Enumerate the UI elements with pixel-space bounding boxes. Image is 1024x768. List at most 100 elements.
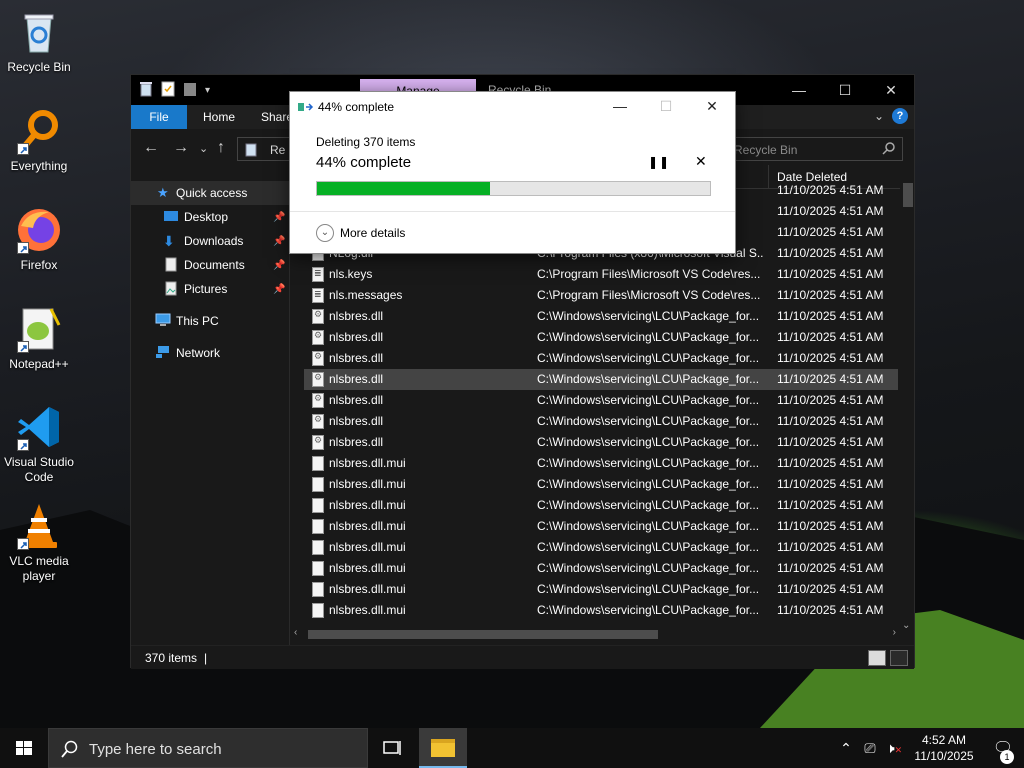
- nav-item-desktop[interactable]: Desktop 📌: [131, 205, 289, 229]
- table-row[interactable]: nlsbres.dll.mui C:\Windows\servicing\LCU\…: [304, 474, 898, 495]
- status-bar: 370 items |: [131, 645, 914, 669]
- shortcut-arrow-icon: [17, 143, 29, 155]
- taskbar-file-explorer-button[interactable]: [419, 728, 467, 768]
- progress-bar: [316, 181, 711, 196]
- nav-item-pictures[interactable]: Pictures 📌: [131, 277, 289, 301]
- nav-item-documents[interactable]: Documents 📌: [131, 253, 289, 277]
- dialog-divider: [290, 211, 735, 212]
- table-row[interactable]: nlsbres.dll C:\Windows\servicing\LCU\Pack…: [304, 432, 898, 453]
- desktop-icon-notepadpp[interactable]: Notepad++: [2, 305, 76, 372]
- show-hidden-icons-chevron-icon[interactable]: ⌃: [834, 740, 858, 757]
- nav-item-quick-access[interactable]: ★ Quick access: [131, 181, 289, 205]
- quick-access-toolbar: ▾: [139, 81, 210, 100]
- original-location: C:\Windows\servicing\LCU\Package_for...: [537, 519, 760, 533]
- nav-item-network[interactable]: Network: [131, 341, 289, 365]
- search-icon: [882, 141, 896, 158]
- cancel-button[interactable]: ✕: [695, 153, 707, 170]
- table-row[interactable]: nlsbres.dll C:\Windows\servicing\LCU\Pack…: [304, 390, 898, 411]
- scroll-down-arrow-icon[interactable]: ⌄: [902, 620, 910, 631]
- desktop-icon-firefox[interactable]: Firefox: [2, 206, 76, 273]
- file-icon: [312, 603, 324, 618]
- operation-description: Deleting 370 items: [316, 135, 416, 149]
- desktop-icon-everything[interactable]: Everything: [2, 107, 76, 174]
- start-button[interactable]: [0, 728, 48, 768]
- back-arrow-icon[interactable]: ←: [143, 139, 159, 157]
- new-folder-icon[interactable]: [183, 81, 197, 100]
- nav-item-this-pc[interactable]: This PC: [131, 309, 289, 333]
- desktop-icon-vlc[interactable]: VLC media player: [2, 502, 76, 584]
- vertical-scrollbar[interactable]: ⌄: [900, 179, 914, 631]
- original-location: C:\Windows\servicing\LCU\Package_for...: [537, 456, 760, 470]
- help-icon[interactable]: ?: [892, 108, 908, 124]
- horizontal-scrollbar[interactable]: ‹ ›: [290, 627, 900, 641]
- desktop-icon-label: VLC media player: [9, 554, 69, 583]
- table-row[interactable]: nlsbres.dll.mui C:\Windows\servicing\LCU\…: [304, 558, 898, 579]
- table-row[interactable]: nlsbres.dll C:\Windows\servicing\LCU\Pack…: [304, 411, 898, 432]
- forward-arrow-icon[interactable]: →: [173, 139, 189, 157]
- dialog-minimize-button[interactable]: —: [597, 92, 643, 120]
- dialog-close-button[interactable]: ✕: [689, 92, 735, 120]
- details-view-button[interactable]: [868, 650, 886, 666]
- date-deleted: 11/10/2025 4:51 AM: [777, 309, 884, 323]
- system-tray: ⌃ ⎚ 🕨✕ 4:52 AM 11/10/2025 🗨 1: [834, 728, 1024, 768]
- tab-file[interactable]: File: [131, 105, 187, 129]
- scrollbar-thumb[interactable]: [903, 183, 913, 207]
- file-icon: [312, 288, 324, 303]
- recycle-bin-small-icon[interactable]: [139, 81, 153, 100]
- pause-button[interactable]: ❚❚: [648, 155, 670, 169]
- delete-progress-dialog[interactable]: 44% complete — ☐ ✕ Deleting 370 items 44…: [289, 91, 736, 254]
- date-deleted: 11/10/2025 4:51 AM: [777, 372, 884, 386]
- desktop-icon-label: Everything: [10, 159, 68, 173]
- table-row[interactable]: nls.messages C:\Program Files\Microsoft V…: [304, 285, 898, 306]
- search-input[interactable]: h Recycle Bin: [709, 137, 903, 161]
- large-icons-view-button[interactable]: [890, 650, 908, 666]
- more-details-link[interactable]: More details: [340, 226, 405, 240]
- file-icon: [312, 561, 324, 576]
- status-separator: |: [204, 651, 208, 665]
- table-row[interactable]: nlsbres.dll C:\Windows\servicing\LCU\Pack…: [304, 306, 898, 327]
- action-center-button[interactable]: 🗨 1: [982, 738, 1024, 764]
- file-icon: [312, 267, 324, 282]
- table-row[interactable]: nlsbres.dll.mui C:\Windows\servicing\LCU\…: [304, 537, 898, 558]
- address-text: Re: [270, 143, 286, 157]
- tab-home[interactable]: Home: [187, 105, 251, 129]
- maximize-button[interactable]: ☐: [822, 75, 868, 105]
- minimize-button[interactable]: —: [776, 75, 822, 105]
- table-row[interactable]: nlsbres.dll.mui C:\Windows\servicing\LCU\…: [304, 579, 898, 600]
- table-row[interactable]: nlsbres.dll.mui C:\Windows\servicing\LCU\…: [304, 600, 898, 621]
- date-deleted: 11/10/2025 4:51 AM: [777, 540, 884, 554]
- nav-item-downloads[interactable]: ⬇ Downloads 📌: [131, 229, 289, 253]
- table-row[interactable]: nlsbres.dll C:\Windows\servicing\LCU\Pack…: [304, 348, 898, 369]
- original-location: C:\Windows\servicing\LCU\Package_for...: [537, 582, 760, 596]
- table-row[interactable]: nlsbres.dll.mui C:\Windows\servicing\LCU\…: [304, 516, 898, 537]
- desktop-icon-vscode[interactable]: Visual Studio Code: [2, 403, 76, 485]
- up-arrow-icon[interactable]: ↑: [217, 139, 225, 157]
- item-count: 370 items: [145, 651, 198, 665]
- properties-icon[interactable]: [161, 81, 175, 100]
- close-button[interactable]: ✕: [868, 75, 914, 105]
- scroll-left-arrow-icon[interactable]: ‹: [294, 627, 297, 638]
- desktop-icon-label: Visual Studio Code: [4, 455, 74, 484]
- table-row[interactable]: nlsbres.dll.mui C:\Windows\servicing\LCU\…: [304, 495, 898, 516]
- table-row[interactable]: nlsbres.dll C:\Windows\servicing\LCU\Pack…: [304, 327, 898, 348]
- table-row[interactable]: nlsbres.dll C:\Windows\servicing\LCU\Pack…: [304, 369, 898, 390]
- network-status-icon[interactable]: ⎚: [858, 740, 882, 757]
- volume-muted-icon[interactable]: 🕨✕: [882, 740, 906, 757]
- taskbar-search-box[interactable]: Type here to search: [48, 728, 368, 768]
- expand-chevron-icon[interactable]: ⌄: [316, 224, 334, 242]
- file-icon: [312, 582, 324, 597]
- shortcut-arrow-icon: [17, 439, 29, 451]
- customize-qat-icon[interactable]: ▾: [205, 85, 210, 96]
- task-view-icon[interactable]: [378, 737, 406, 762]
- desktop-icon-recycle-bin[interactable]: Recycle Bin: [2, 8, 76, 75]
- expand-ribbon-chevron-icon[interactable]: ⌄: [874, 109, 884, 123]
- star-icon: ★: [157, 185, 169, 200]
- scroll-right-arrow-icon[interactable]: ›: [893, 627, 896, 638]
- original-location: C:\Windows\servicing\LCU\Package_for...: [537, 498, 760, 512]
- clock[interactable]: 4:52 AM 11/10/2025: [906, 732, 982, 764]
- scrollbar-thumb[interactable]: [308, 630, 658, 639]
- table-row[interactable]: nls.keys C:\Program Files\Microsoft VS Co…: [304, 264, 898, 285]
- recent-locations-chevron-icon[interactable]: ⌄: [199, 142, 208, 155]
- table-row[interactable]: nlsbres.dll.mui C:\Windows\servicing\LCU\…: [304, 453, 898, 474]
- network-icon: [155, 345, 171, 361]
